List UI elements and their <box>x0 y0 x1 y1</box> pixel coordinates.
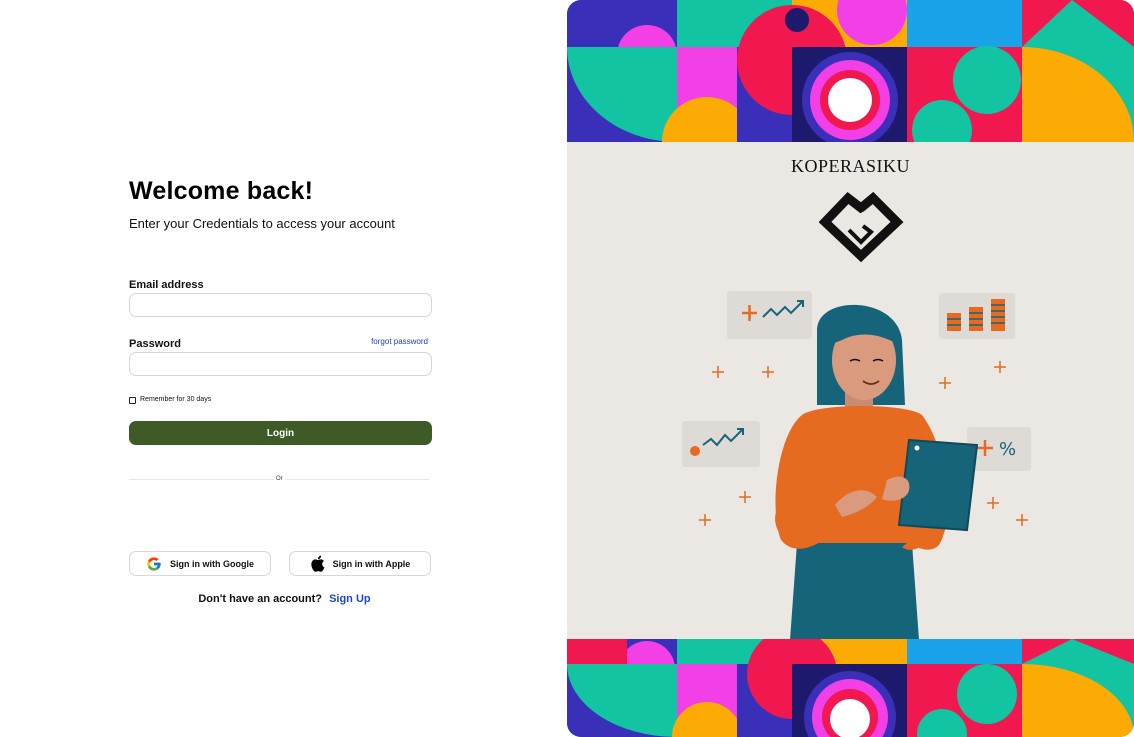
forgot-password-link[interactable]: forgot password <box>371 337 428 346</box>
password-field[interactable] <box>129 352 432 376</box>
handshake-diamond-logo <box>818 191 904 263</box>
remember-me[interactable]: Remember for 30 days <box>129 396 211 404</box>
signup-link[interactable]: Sign Up <box>329 593 371 605</box>
svg-text:%: % <box>999 439 1016 460</box>
hero-panel: KOPERASIKU % <box>567 0 1134 737</box>
google-icon <box>147 556 161 571</box>
google-button-label: Sign in with Google <box>170 558 254 569</box>
signup-prompt: Don't have an account? <box>198 593 322 605</box>
remember-checkbox[interactable] <box>129 396 136 404</box>
geometric-pattern-bottom <box>567 639 1134 737</box>
apple-icon <box>311 555 325 572</box>
password-label: Password <box>129 338 181 350</box>
email-label: Email address <box>129 279 204 291</box>
divider-text: Or <box>274 475 285 483</box>
apple-signin-button[interactable]: Sign in with Apple <box>289 551 431 576</box>
remember-label: Remember for 30 days <box>140 396 212 403</box>
brand-name: KOPERASIKU <box>790 156 910 176</box>
google-signin-button[interactable]: Sign in with Google <box>129 551 271 576</box>
apple-button-label: Sign in with Apple <box>332 558 411 569</box>
login-form: Welcome back! Enter your Credentials to … <box>129 176 432 605</box>
email-field[interactable] <box>129 293 432 317</box>
login-button[interactable]: Login <box>129 421 432 445</box>
geometric-pattern-top <box>567 0 1134 142</box>
page-subtitle: Enter your Credentials to access your ac… <box>129 216 395 231</box>
page-title: Welcome back! <box>129 177 314 205</box>
signup-row: Don't have an account? Sign Up <box>129 593 440 605</box>
woman-with-tablet-illustration: % <box>682 291 1031 640</box>
